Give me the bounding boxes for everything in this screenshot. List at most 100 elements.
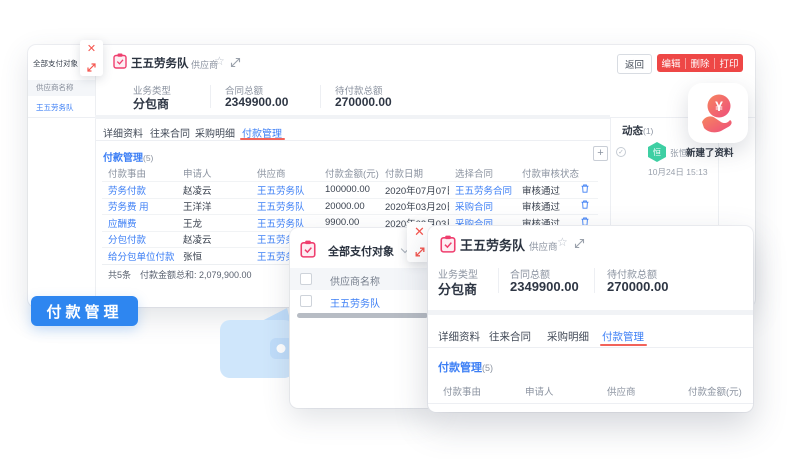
cell-reason[interactable]: 应酬费: [102, 216, 177, 230]
cell-date: 2020年07月07日: [379, 183, 449, 197]
activity-title-text: 动态: [622, 125, 643, 137]
section-band: [428, 310, 753, 315]
activity-action: 新建了资料: [686, 145, 734, 159]
tab-contracts[interactable]: 往来合同: [150, 125, 190, 140]
action-button-group: 编辑 删除 打印: [657, 54, 743, 72]
trash-icon[interactable]: [581, 200, 589, 209]
trash-icon[interactable]: [581, 184, 589, 193]
star-icon[interactable]: ☆: [214, 54, 225, 68]
cell-contract[interactable]: 王五劳务合同: [449, 183, 516, 197]
list-row-supplier[interactable]: 王五劳务队: [330, 295, 380, 310]
horizontal-scrollbar[interactable]: [297, 313, 428, 318]
cell-reason[interactable]: 劳务费 用: [102, 199, 177, 213]
divider: [95, 140, 610, 141]
mini-panel-row-supplier[interactable]: 王五劳务队: [36, 102, 74, 113]
trash-icon[interactable]: [581, 217, 589, 226]
divider: [594, 268, 595, 293]
yuan-payment-icon-card: ¥: [688, 83, 748, 143]
share-icon[interactable]: [574, 238, 585, 249]
tab-details[interactable]: 详细资料: [438, 329, 480, 344]
add-payment-button[interactable]: +: [593, 146, 608, 161]
activity-count: (1): [643, 126, 653, 136]
cell-supplier[interactable]: 王五劳务队: [251, 199, 319, 213]
list-row[interactable]: 王五劳务队: [290, 290, 435, 312]
cell-applicant: 王洋洋: [177, 199, 251, 213]
table-row[interactable]: 劳务费 用 王洋洋 王五劳务队 20000.00 2020年03月20日 采购合…: [102, 198, 598, 215]
cell-reason[interactable]: 劳务付款: [102, 183, 177, 197]
list-column-header: 供应商名称: [330, 273, 380, 288]
mini-panel-title: 全部支付对象: [33, 58, 78, 69]
row-checkbox[interactable]: [300, 295, 312, 307]
cell-amount: 9900.00: [319, 217, 379, 228]
cell-status: 审核通过: [516, 199, 579, 213]
cell-amount: 20000.00: [319, 201, 379, 212]
close-icon[interactable]: ✕: [414, 226, 425, 237]
payment-section-title: 付款管理(5): [438, 359, 493, 375]
delete-button[interactable]: 删除: [686, 56, 714, 70]
cell-amount: 100000.00: [319, 184, 379, 195]
select-all-checkbox[interactable]: [300, 273, 312, 285]
col-header: 付款事由: [102, 166, 177, 180]
cell-reason[interactable]: 分包付款: [102, 232, 177, 246]
divider: [498, 268, 499, 293]
col-header: 申请人: [525, 384, 554, 398]
cell-applicant: 张恒: [177, 249, 251, 263]
cell-reason[interactable]: 给分包单位付款: [102, 249, 177, 263]
activity-title: 动态(1): [622, 123, 653, 138]
payment-section-title: 付款管理(5): [103, 149, 153, 164]
col-header: 选择合同: [449, 166, 516, 180]
section-count: (5): [482, 363, 493, 373]
section-count: (5): [143, 153, 153, 163]
screenshot-canvas: 全部支付对象 供应商名称 王五劳务队 王五劳务队 供应商 ☆ 返回 编辑 删除 …: [0, 0, 792, 459]
col-header: 付款事由: [443, 384, 481, 398]
mini-panel-column-header: 供应商名称: [28, 80, 95, 96]
expand-icon[interactable]: [414, 246, 426, 258]
list-window-title: 全部支付对象: [328, 243, 394, 259]
record-title: 王五劳务队: [131, 55, 189, 71]
stat-value: 270000.00: [335, 95, 392, 109]
active-tab-underline: [600, 344, 647, 346]
col-header: 付款审核状态: [516, 166, 579, 180]
avatar: 恒: [648, 142, 666, 162]
tab-purchase[interactable]: 采购明细: [547, 329, 589, 344]
cell-actions[interactable]: [579, 184, 598, 196]
divider: [28, 117, 95, 118]
cell-actions[interactable]: [579, 200, 598, 212]
stat-value: 2349900.00: [510, 279, 579, 294]
tab-purchase[interactable]: 采购明细: [195, 125, 235, 140]
hand-holding-yuan-icon: ¥: [698, 93, 738, 133]
clipboard-icon: [300, 240, 316, 258]
section-band: [95, 115, 610, 119]
col-header: 付款金额(元): [688, 384, 742, 398]
clipboard-icon: [440, 235, 456, 253]
record-title: 王五劳务队: [460, 235, 525, 254]
tab-details[interactable]: 详细资料: [103, 125, 143, 140]
back-button[interactable]: 返回: [617, 54, 652, 74]
section-title-text: 付款管理: [438, 362, 482, 374]
stat-value: 分包商: [133, 95, 169, 112]
close-icon[interactable]: ✕: [87, 44, 96, 55]
feature-label-chip: 付款管理: [31, 296, 138, 326]
tab-contracts[interactable]: 往来合同: [489, 329, 531, 344]
cell-date: 2020年03月20日: [379, 199, 449, 213]
cell-supplier[interactable]: 王五劳务队: [251, 183, 319, 197]
cell-contract[interactable]: 采购合同: [449, 199, 516, 213]
tab-payments[interactable]: 付款管理: [602, 329, 644, 344]
stat-value: 2349900.00: [225, 95, 288, 109]
table-row[interactable]: 劳务付款 赵凌云 王五劳务队 100000.00 2020年07月07日 王五劳…: [102, 181, 598, 198]
divider: [320, 85, 321, 108]
expand-icon[interactable]: [86, 62, 97, 73]
stat-value: 270000.00: [607, 279, 668, 294]
print-button[interactable]: 打印: [715, 56, 743, 70]
cell-status: 审核通过: [516, 183, 579, 197]
check-circle-icon: ✓: [616, 147, 626, 157]
share-icon[interactable]: [230, 57, 241, 68]
list-header-row: 供应商名称: [290, 268, 435, 290]
svg-text:¥: ¥: [715, 98, 723, 114]
table-header-row: 付款事由 申请人 供应商 付款金额(元) 付款日期 选择合同 付款审核状态: [102, 165, 598, 181]
edit-button[interactable]: 编辑: [657, 56, 685, 70]
record-type-tag: 供应商: [529, 239, 558, 253]
divider: [428, 403, 753, 404]
activity-timestamp: 10月24日 15:13: [648, 166, 708, 178]
star-icon[interactable]: ☆: [557, 235, 568, 249]
